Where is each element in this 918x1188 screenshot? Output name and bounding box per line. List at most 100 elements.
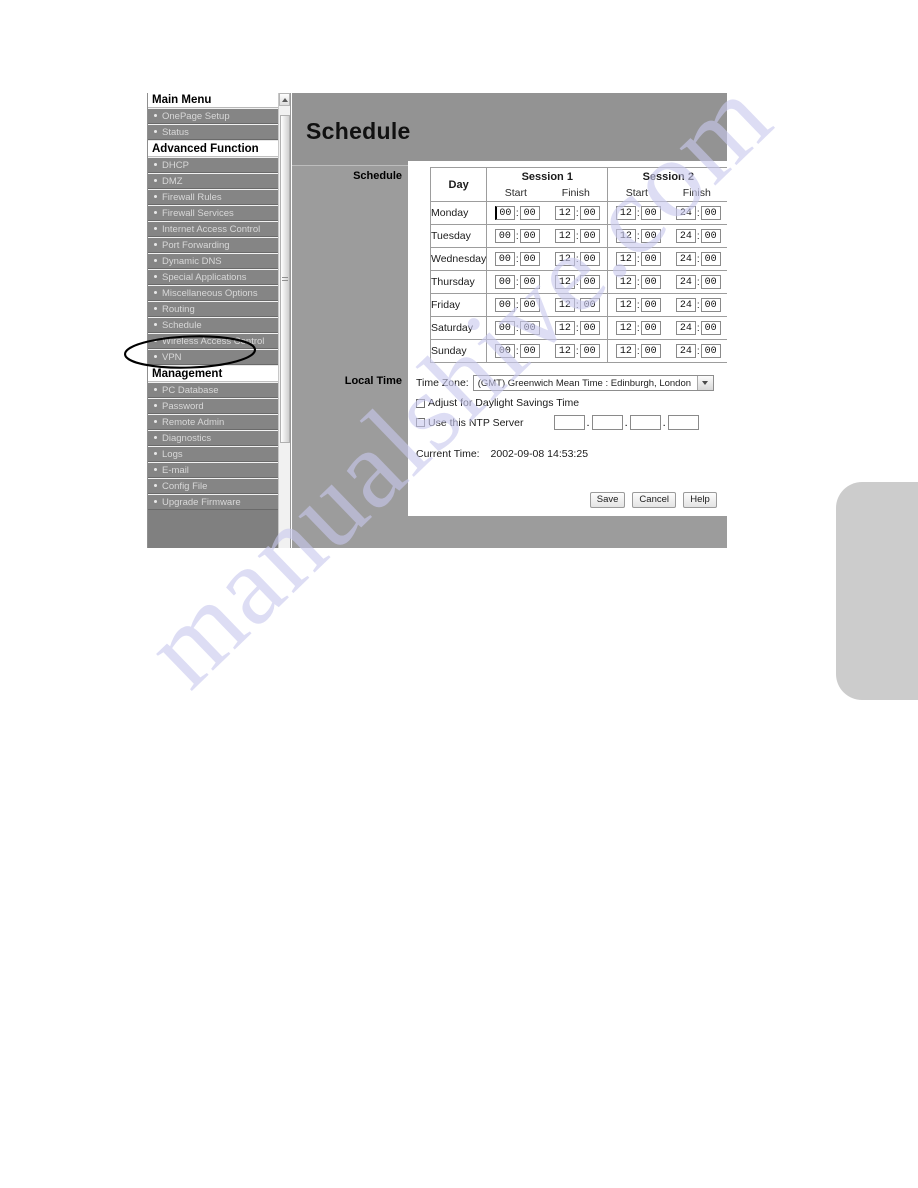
sidebar-item-dmz[interactable]: DMZ [148,173,279,189]
hour-input[interactable]: 00 [494,344,515,358]
minute-input[interactable]: 00 [700,275,721,289]
minute-input[interactable]: 00 [579,321,600,335]
sidebar-item-remote-admin[interactable]: Remote Admin [148,414,279,430]
minute-input[interactable]: 00 [579,275,600,289]
scrollbar-thumb[interactable] [280,115,290,443]
hour-input[interactable]: 12 [615,206,636,220]
sidebar-item-dynamic-dns[interactable]: Dynamic DNS [148,253,279,269]
sidebar-item-port-forwarding[interactable]: Port Forwarding [148,237,279,253]
daylight-savings-checkbox[interactable] [416,398,425,408]
current-time-row: Current Time: 2002-09-08 14:53:25 [416,448,721,460]
hour-input[interactable]: 12 [554,229,575,243]
hour-input[interactable]: 24 [675,229,696,243]
hour-input[interactable]: 12 [554,206,575,220]
hour-input[interactable]: 00 [494,206,515,220]
minute-input[interactable]: 00 [640,298,661,312]
sidebar-item-routing[interactable]: Routing [148,301,279,317]
sidebar-scrollbar[interactable] [278,93,291,548]
cancel-button[interactable]: Cancel [632,492,676,508]
minute-input[interactable]: 00 [640,275,661,289]
hour-input[interactable]: 00 [494,252,515,266]
hour-input[interactable]: 24 [675,298,696,312]
day-label: Sunday [429,339,488,363]
hour-input[interactable]: 12 [615,252,636,266]
sidebar-item-pc-database[interactable]: PC Database [148,382,279,398]
minute-input[interactable]: 00 [519,206,540,220]
ntp-octet-4[interactable] [667,415,699,430]
minute-input[interactable]: 00 [700,344,721,358]
ntp-server-row[interactable]: Use this NTP Server . . . [416,415,721,430]
scroll-up-button[interactable] [279,93,290,106]
column-header-finish: Finish [561,187,590,199]
sidebar-item-password[interactable]: Password [148,398,279,414]
sidebar-item-status[interactable]: Status [148,124,279,140]
hour-input[interactable]: 24 [675,206,696,220]
minute-input[interactable]: 00 [700,321,721,335]
minute-input[interactable]: 00 [519,344,540,358]
timezone-select[interactable]: (GMT) Greenwich Mean Time : Edinburgh, L… [472,375,714,391]
hour-input[interactable]: 00 [494,229,515,243]
minute-input[interactable]: 00 [640,344,661,358]
hour-input[interactable]: 12 [554,344,575,358]
minute-input[interactable]: 00 [579,298,600,312]
hour-input[interactable]: 12 [554,252,575,266]
sidebar-item-onepage-setup[interactable]: OnePage Setup [148,108,279,124]
minute-input[interactable]: 00 [640,206,661,220]
minute-input[interactable]: 00 [579,344,600,358]
minute-input[interactable]: 00 [519,321,540,335]
hour-input[interactable]: 24 [675,321,696,335]
timezone-selected-value: (GMT) Greenwich Mean Time : Edinburgh, L… [477,377,692,389]
hour-input[interactable]: 00 [494,298,515,312]
hour-input[interactable]: 12 [615,229,636,243]
sidebar-item-dhcp[interactable]: DHCP [148,157,279,173]
sidebar-item-firewall-rules[interactable]: Firewall Rules [148,189,279,205]
sidebar-item-logs[interactable]: Logs [148,446,279,462]
minute-input[interactable]: 00 [519,275,540,289]
sidebar-item-special-applications[interactable]: Special Applications [148,269,279,285]
minute-input[interactable]: 00 [640,252,661,266]
save-button[interactable]: Save [589,492,626,508]
sidebar-item-vpn[interactable]: VPN [148,349,279,365]
minute-input[interactable]: 00 [579,206,600,220]
minute-input[interactable]: 00 [640,321,661,335]
sidebar-item-diagnostics[interactable]: Diagnostics [148,430,279,446]
hour-input[interactable]: 24 [675,275,696,289]
sidebar-item-email[interactable]: E-mail [148,462,279,478]
hour-input[interactable]: 12 [615,344,636,358]
help-button[interactable]: Help [683,492,717,508]
minute-input[interactable]: 00 [579,229,600,243]
chevron-down-icon[interactable] [696,376,713,390]
minute-input[interactable]: 00 [700,229,721,243]
hour-input[interactable]: 12 [554,275,575,289]
hour-input[interactable]: 12 [554,298,575,312]
sidebar-item-wireless-access-control[interactable]: Wireless Access Control [148,333,279,349]
hour-input[interactable]: 00 [494,321,515,335]
minute-input[interactable]: 00 [519,298,540,312]
sidebar-item-internet-access-control[interactable]: Internet Access Control [148,221,279,237]
minute-input[interactable]: 00 [519,229,540,243]
hour-input[interactable]: 12 [615,275,636,289]
minute-input[interactable]: 00 [700,206,721,220]
ntp-server-checkbox[interactable] [416,418,425,427]
hour-input[interactable]: 00 [494,275,515,289]
minute-input[interactable]: 00 [700,298,721,312]
hour-input[interactable]: 24 [675,252,696,266]
hour-input[interactable]: 12 [554,321,575,335]
sidebar-item-config-file[interactable]: Config File [148,478,279,494]
sidebar-item-schedule[interactable]: Schedule [148,317,279,333]
ntp-octet-2[interactable] [591,415,623,430]
sidebar-item-upgrade-firmware[interactable]: Upgrade Firmware [148,494,279,510]
minute-input[interactable]: 00 [640,229,661,243]
hour-input[interactable]: 12 [615,298,636,312]
minute-input[interactable]: 00 [519,252,540,266]
hour-input[interactable]: 12 [615,321,636,335]
sidebar-item-firewall-services[interactable]: Firewall Services [148,205,279,221]
hour-input[interactable]: 24 [675,344,696,358]
ip-separator: . [662,416,666,429]
ntp-octet-1[interactable] [553,415,585,430]
minute-input[interactable]: 00 [579,252,600,266]
minute-input[interactable]: 00 [700,252,721,266]
sidebar-item-miscellaneous-options[interactable]: Miscellaneous Options [148,285,279,301]
daylight-savings-row[interactable]: Adjust for Daylight Savings Time [416,397,721,409]
ntp-octet-3[interactable] [629,415,661,430]
